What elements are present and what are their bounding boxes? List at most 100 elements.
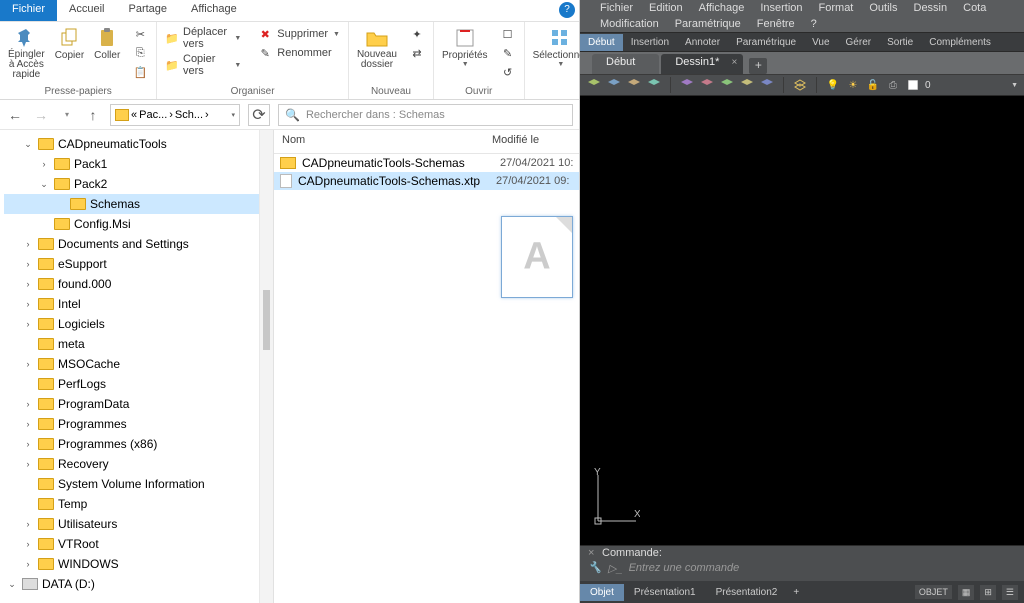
layer-tool-icon[interactable]: [739, 77, 755, 93]
menu-item[interactable]: Insertion: [752, 2, 810, 14]
ribbon-tab[interactable]: Vue: [804, 34, 837, 51]
folder-tree[interactable]: ⌄CADpneumaticTools›Pack1⌄Pack2SchemasCon…: [0, 130, 260, 603]
file-list[interactable]: Nom Modifié le CADpneumaticTools-Schemas…: [274, 130, 579, 603]
back-button[interactable]: ←: [6, 106, 24, 124]
chevron-down-icon[interactable]: ▼: [1011, 82, 1018, 89]
menu-item[interactable]: Outils: [861, 2, 905, 14]
breadcrumb[interactable]: « Pac... › Sch... › ▾: [110, 104, 240, 126]
tree-node[interactable]: ›eSupport: [4, 254, 259, 274]
doc-tab-start[interactable]: Début: [592, 54, 659, 74]
layer-tool-icon[interactable]: [699, 77, 715, 93]
column-modified[interactable]: Modifié le: [484, 130, 548, 153]
forward-button[interactable]: →: [32, 106, 50, 124]
layer-tool-icon[interactable]: [626, 77, 642, 93]
chevron-right-icon[interactable]: ›: [22, 319, 34, 329]
menu-item[interactable]: Dessin: [906, 2, 956, 14]
menu-item[interactable]: ?: [803, 18, 825, 30]
edit-button[interactable]: ✎: [496, 44, 520, 62]
search-input[interactable]: 🔍 Rechercher dans : Schemas: [278, 104, 573, 126]
menu-item[interactable]: Fichier: [592, 2, 641, 14]
cut-button[interactable]: ✂: [128, 25, 152, 43]
color-swatch[interactable]: [905, 77, 921, 93]
ribbon-tab[interactable]: Paramétrique: [728, 34, 804, 51]
tree-node[interactable]: ›Documents and Settings: [4, 234, 259, 254]
tree-node[interactable]: ›MSOCache: [4, 354, 259, 374]
easy-access-button[interactable]: ⇄: [405, 44, 429, 62]
new-folder-button[interactable]: Nouveau dossier: [353, 25, 401, 71]
up-button[interactable]: ↑: [84, 106, 102, 124]
layer-tool-icon[interactable]: [719, 77, 735, 93]
layout-tab-objet[interactable]: Objet: [580, 584, 624, 601]
tree-node[interactable]: ›Logiciels: [4, 314, 259, 334]
tree-node[interactable]: ›ProgramData: [4, 394, 259, 414]
history-button[interactable]: ↺: [496, 63, 520, 81]
history-dropdown[interactable]: ▾: [58, 106, 76, 124]
status-menu-icon[interactable]: ☰: [1002, 585, 1018, 600]
column-name[interactable]: Nom: [274, 130, 484, 153]
chevron-right-icon[interactable]: ›: [22, 459, 34, 469]
menu-item[interactable]: Affichage: [691, 2, 753, 14]
tree-node[interactable]: ›Utilisateurs: [4, 514, 259, 534]
chevron-right-icon[interactable]: ›: [22, 539, 34, 549]
menu-item[interactable]: Edition: [641, 2, 691, 14]
chevron-right-icon[interactable]: ›: [22, 299, 34, 309]
close-tab-icon[interactable]: ×: [732, 57, 738, 68]
command-input[interactable]: 🔧 ▷_ Entrez une commande: [580, 560, 1024, 576]
lock-icon[interactable]: 🔓: [865, 77, 881, 93]
paste-button[interactable]: Coller: [90, 25, 124, 62]
menu-item[interactable]: Fenêtre: [749, 18, 803, 30]
tree-node[interactable]: ›Programmes (x86): [4, 434, 259, 454]
tree-node[interactable]: Config.Msi: [4, 214, 259, 234]
open-button[interactable]: ☐: [496, 25, 520, 43]
status-snap-icon[interactable]: ⊞: [980, 585, 996, 600]
chevron-down-icon[interactable]: ⌄: [6, 579, 18, 590]
file-row[interactable]: CADpneumaticTools-Schemas.xtp27/04/2021 …: [274, 172, 579, 190]
bulb-icon[interactable]: 💡: [825, 77, 841, 93]
new-tab-button[interactable]: +: [749, 58, 767, 74]
tree-node[interactable]: ⌄Pack2: [4, 174, 259, 194]
status-grid-icon[interactable]: ▦: [958, 585, 975, 600]
properties-button[interactable]: Propriétés ▼: [438, 25, 492, 69]
cad-drawing-canvas[interactable]: Y X: [580, 96, 1024, 545]
sun-icon[interactable]: ☀: [845, 77, 861, 93]
tree-node[interactable]: ⌄DATA (D:): [4, 574, 259, 594]
wrench-icon[interactable]: 🔧: [588, 561, 602, 575]
file-row[interactable]: CADpneumaticTools-Schemas27/04/2021 10:: [274, 154, 579, 172]
refresh-button[interactable]: ⟳: [248, 104, 270, 126]
ribbon-tab[interactable]: Gérer: [838, 34, 880, 51]
tab-share[interactable]: Partage: [116, 0, 179, 21]
layer-name[interactable]: 0: [925, 80, 931, 91]
pin-button[interactable]: Épingler à Accès rapide: [4, 25, 49, 81]
chevron-right-icon[interactable]: ›: [22, 259, 34, 269]
tree-node[interactable]: ›Pack1: [4, 154, 259, 174]
layer-tool-icon[interactable]: [586, 77, 602, 93]
delete-button[interactable]: ✖Supprimer▼: [253, 25, 344, 43]
tree-node[interactable]: ⌄CADpneumaticTools: [4, 134, 259, 154]
help-icon[interactable]: ?: [559, 2, 575, 18]
tree-node[interactable]: Temp: [4, 494, 259, 514]
new-item-button[interactable]: ✦: [405, 25, 429, 43]
copy-to-button[interactable]: 📁Copier vers▼: [161, 52, 245, 78]
tree-node[interactable]: System Volume Information: [4, 474, 259, 494]
chevron-right-icon[interactable]: ›: [38, 159, 50, 169]
layer-tool-icon[interactable]: [606, 77, 622, 93]
close-icon[interactable]: ×: [588, 547, 602, 559]
chevron-right-icon[interactable]: ›: [22, 399, 34, 409]
ribbon-tab[interactable]: Insertion: [623, 34, 677, 51]
tree-node[interactable]: ›VTRoot: [4, 534, 259, 554]
add-layout-button[interactable]: +: [787, 584, 805, 601]
rename-button[interactable]: ✎Renommer: [253, 44, 344, 62]
scrollbar-thumb[interactable]: [263, 290, 270, 350]
layout-tab-p1[interactable]: Présentation1: [624, 584, 706, 601]
tree-node[interactable]: meta: [4, 334, 259, 354]
tree-node[interactable]: ›WINDOWS: [4, 554, 259, 574]
tree-node[interactable]: ›Recovery: [4, 454, 259, 474]
ribbon-tab[interactable]: Compléments: [921, 34, 999, 51]
tab-view[interactable]: Affichage: [179, 0, 249, 21]
menu-item[interactable]: Modification: [592, 18, 667, 30]
menu-item[interactable]: Format: [811, 2, 862, 14]
tree-node[interactable]: ›Programmes: [4, 414, 259, 434]
plot-icon[interactable]: ⎙: [885, 77, 901, 93]
chevron-right-icon[interactable]: ›: [22, 279, 34, 289]
paste-shortcut-button[interactable]: 📋: [128, 63, 152, 81]
